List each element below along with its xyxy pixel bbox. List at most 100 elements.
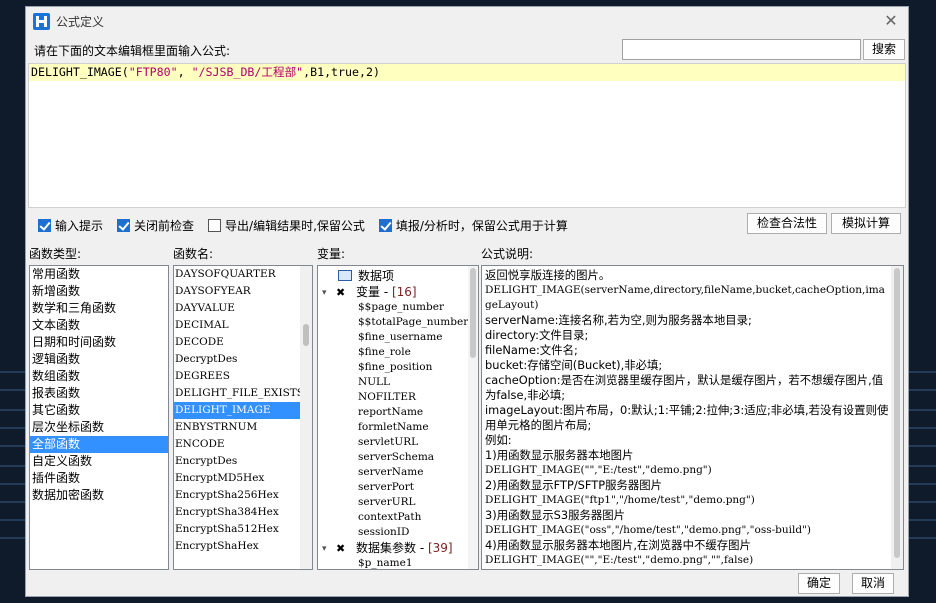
tree-node-data-items[interactable]: 数据项	[318, 268, 470, 284]
functions-label: 函数名:	[173, 247, 214, 261]
formula-editor[interactable]: DELIGHT_IMAGE("FTP80", "/SJSB_DB/工程部",B1…	[28, 63, 906, 208]
tree-leaf-variable[interactable]: reportName	[318, 405, 470, 420]
function-item[interactable]: DECODE	[174, 334, 302, 351]
function-list-scrollbar[interactable]	[300, 266, 312, 569]
variables-label: 变量:	[317, 247, 346, 261]
tree-leaf-variable[interactable]: NOFILTER	[318, 390, 470, 405]
option-label: 关闭前检查	[134, 218, 195, 233]
category-item[interactable]: 报表函数	[30, 385, 168, 402]
category-item[interactable]: 层次坐标函数	[30, 419, 168, 436]
category-item[interactable]: 日期和时间函数	[30, 334, 168, 351]
option-check-before-close[interactable]: 关闭前检查	[117, 217, 194, 234]
category-item[interactable]: 插件函数	[30, 470, 168, 487]
function-item[interactable]: EncryptMD5Hex	[174, 470, 302, 487]
category-item[interactable]: 逻辑函数	[30, 351, 168, 368]
description-line: fileName:文件名;	[485, 343, 578, 357]
ok-button[interactable]: 确定	[798, 573, 840, 594]
option-keep-formula-export[interactable]: 导出/编辑结果时,保留公式	[208, 217, 365, 234]
categories-label: 函数类型:	[29, 247, 82, 261]
category-list[interactable]: 常用函数 新增函数 数学和三角函数 文本函数 日期和时间函数 逻辑函数 数组函数 报表函数 其它…	[29, 265, 169, 570]
tree-leaf-variable[interactable]: NULL	[318, 375, 470, 390]
function-item[interactable]: EncryptSha256Hex	[174, 487, 302, 504]
option-keep-formula-fill[interactable]: 填报/分析时，保留公式用于计算	[378, 217, 568, 234]
search-input[interactable]	[622, 39, 861, 60]
description-panel: 返回悦享版连接的图片。 DELIGHT_IMAGE(serverName,dire…	[481, 265, 904, 570]
tree-node-count: [16]	[391, 285, 417, 299]
scrollbar-thumb[interactable]	[470, 268, 476, 358]
tree-leaf-variable[interactable]: serverSchema	[318, 450, 470, 465]
tree-leaf-variable[interactable]: servletURL	[318, 435, 470, 450]
function-item[interactable]: DECIMAL	[174, 317, 302, 334]
function-item[interactable]: DELIGHT_FILE_EXISTS	[174, 385, 304, 402]
function-item[interactable]: EncryptShaHex	[174, 538, 302, 555]
category-item[interactable]: 常用函数	[30, 266, 168, 283]
function-item[interactable]: ENCODE	[174, 436, 302, 453]
function-item[interactable]: EncryptDes	[174, 453, 302, 470]
checkbox[interactable]	[38, 218, 51, 232]
category-item[interactable]: 数组函数	[30, 368, 168, 385]
function-item[interactable]: ENBYSTRNUM	[174, 419, 302, 436]
category-item[interactable]: 自定义函数	[30, 453, 168, 470]
category-item[interactable]: 文本函数	[30, 317, 168, 334]
scrollbar-thumb[interactable]	[303, 324, 309, 346]
tree-leaf-variable[interactable]: serverPort	[318, 480, 470, 495]
variable-tree-scrollbar[interactable]	[468, 266, 478, 569]
function-item[interactable]: EncryptSha384Hex	[174, 504, 302, 521]
search-button[interactable]: 搜索	[863, 39, 905, 60]
tree-leaf-variable[interactable]: $fine_position	[318, 360, 470, 375]
checkbox[interactable]	[208, 218, 222, 232]
function-item[interactable]: DEGREES	[174, 368, 302, 385]
function-item[interactable]: DAYSOFQUARTER	[174, 266, 302, 283]
tree-leaf-variable[interactable]: $fine_role	[318, 345, 470, 360]
function-item[interactable]: DELIGHT_IMAGE	[174, 402, 302, 419]
function-item[interactable]: DecryptDes	[174, 351, 302, 368]
category-item[interactable]: 数学和三角函数	[30, 300, 168, 317]
category-item[interactable]: 全部函数	[30, 436, 168, 453]
description-scrollbar[interactable]	[891, 266, 903, 569]
description-line: 返回悦享版连接的图片。	[485, 268, 611, 282]
tree-leaf-variable[interactable]: contextPath	[318, 510, 470, 525]
tree-node-group[interactable]: ▾ ✖ 变量 - [16]	[318, 284, 470, 300]
function-item[interactable]: DAYVALUE	[174, 300, 302, 317]
title-bar[interactable]: 公式定义 ✕	[26, 7, 908, 35]
tree-leaf-variable[interactable]: $p_name1	[318, 556, 470, 569]
description-line: 1)用函数显示服务器本地图片	[485, 448, 634, 462]
cancel-button[interactable]: 取消	[852, 573, 894, 594]
options-row: 输入提示 关闭前检查 导出/编辑结果时,保留公式 填报/分析时，保留公式用于计算	[38, 215, 582, 235]
checkbox[interactable]	[378, 218, 392, 232]
editor-current-line[interactable]: DELIGHT_IMAGE("FTP80", "/SJSB_DB/工程部",B1…	[29, 64, 905, 81]
collapse-arrow-icon[interactable]: ▾	[322, 541, 332, 557]
function-item[interactable]: EncryptSha512Hex	[174, 521, 302, 538]
close-icon[interactable]: ✕	[882, 12, 900, 30]
simulate-button[interactable]: 模拟计算	[831, 213, 901, 234]
editor-args-token: ,B1,true,2)	[303, 65, 380, 79]
category-item[interactable]: 新增函数	[30, 283, 168, 300]
category-item[interactable]: 其它函数	[30, 402, 168, 419]
tree-node-group[interactable]: ▾ ✖ 数据集参数 - [39]	[318, 540, 470, 556]
tree-leaf-variable[interactable]: $fine_username	[318, 330, 470, 345]
tree-leaf-variable[interactable]: serverURL	[318, 495, 470, 510]
option-label: 导出/编辑结果时,保留公式	[225, 218, 365, 233]
dialog-title: 公式定义	[56, 15, 105, 29]
tree-leaf-variable[interactable]: sessionID	[318, 525, 470, 540]
description-line: cacheOption:是否在浏览器里缓存图片，默认是缓存图片，若不想缓存图片,…	[485, 373, 884, 402]
function-list[interactable]: DAYSOFQUARTER DAYSOFYEAR DAYVALUE DECIMAL DE…	[173, 265, 313, 570]
function-item[interactable]: DAYSOFYEAR	[174, 283, 302, 300]
option-label: 输入提示	[55, 218, 104, 233]
validate-button[interactable]: 检查合法性	[747, 213, 827, 234]
category-item[interactable]: 数据加密函数	[30, 487, 168, 504]
tree-leaf-variable[interactable]: formletName	[318, 420, 470, 435]
variable-icon: ✖	[336, 541, 346, 555]
tree-leaf-variable[interactable]: serverName	[318, 465, 470, 480]
checkbox[interactable]	[117, 218, 131, 232]
editor-prompt: 请在下面的文本编辑框里面输入公式:	[34, 44, 231, 58]
variable-tree[interactable]: 数据项 ▾ ✖ 变量 - [16] $$page_number $$totalPage_n…	[317, 265, 479, 570]
option-input-hint[interactable]: 输入提示	[38, 217, 103, 234]
tree-leaf-variable[interactable]: $$page_number	[318, 300, 470, 315]
collapse-arrow-icon[interactable]: ▾	[322, 285, 332, 301]
description-line: 4)用函数显示服务器本地图片,在浏览器中不缓存图片	[485, 538, 751, 552]
scrollbar-thumb[interactable]	[894, 268, 900, 558]
editor-string-token: "/SJSB_DB/工程部"	[191, 65, 304, 79]
tree-leaf-variable[interactable]: $$totalPage_number	[318, 315, 470, 330]
separator: -	[416, 541, 428, 555]
